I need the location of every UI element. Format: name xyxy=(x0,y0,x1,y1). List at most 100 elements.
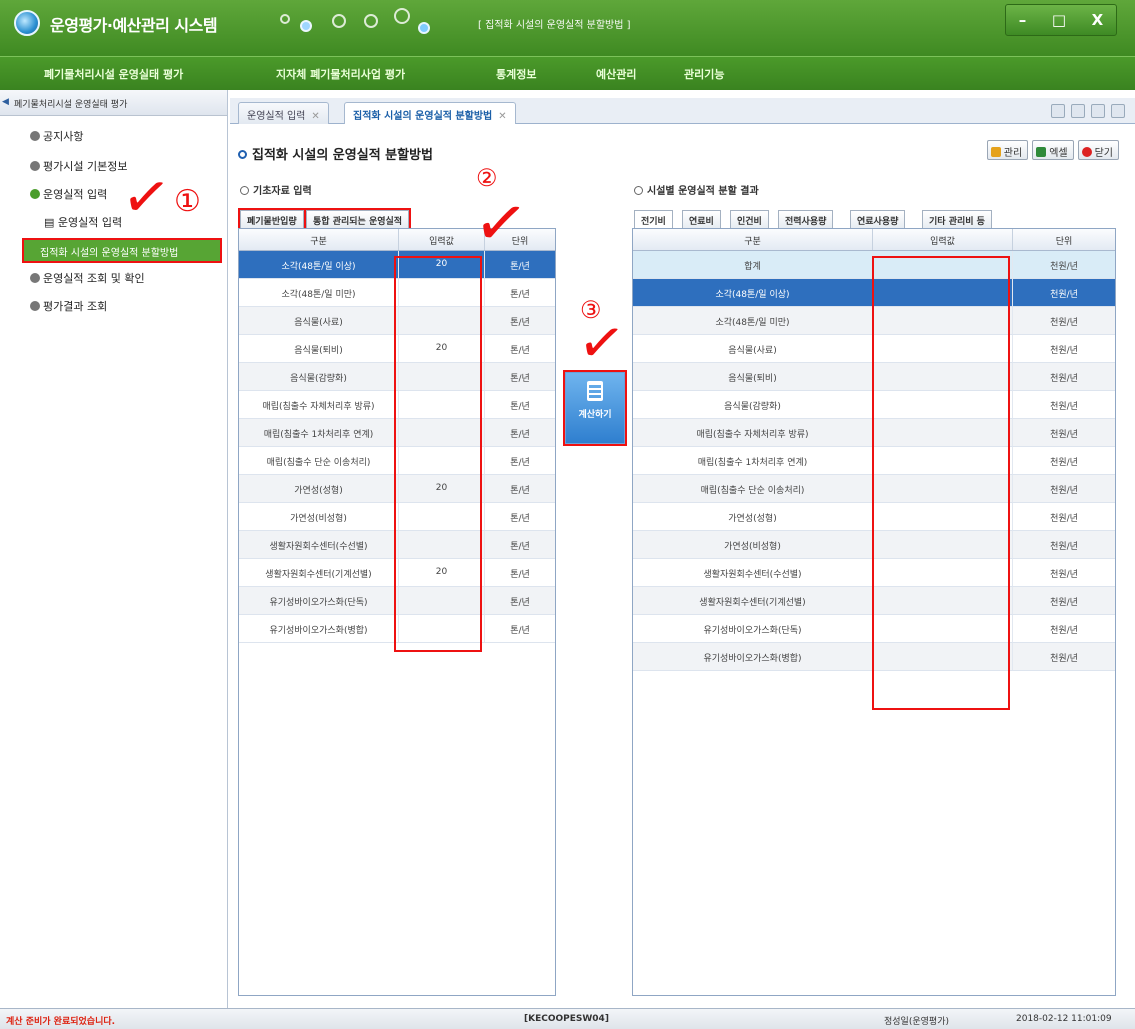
unit-cell: 천원/년 xyxy=(1050,514,1078,524)
annotation-number: ② xyxy=(476,164,498,192)
sidebar-item-facility-info[interactable]: 평가시설 기본정보 xyxy=(30,158,127,174)
document-icon: ▤ xyxy=(44,216,58,229)
menu-item-local-evaluation[interactable]: 지자체 폐기물처리사업 평가 xyxy=(276,66,405,82)
unit-cell: 천원/년 xyxy=(1013,307,1115,334)
category-cell: 소각(48톤/일 미만) xyxy=(239,279,399,306)
section-bullet-icon xyxy=(240,186,249,195)
page-title: 집적화 시설의 운영실적 분할방법 xyxy=(238,144,433,163)
status-message: 계산 준비가 완료되었습니다. xyxy=(6,1017,116,1027)
sidebar-item-evaluation-result[interactable]: 평가결과 조회 xyxy=(30,298,107,314)
unit-cell: 천원/년 xyxy=(1013,643,1115,670)
decoration-circle-icon xyxy=(418,22,430,34)
menu-item-admin[interactable]: 관리기능 xyxy=(684,66,724,82)
close-icon[interactable]: ✕ xyxy=(498,111,506,122)
menu-item-budget[interactable]: 예산관리 xyxy=(596,66,636,82)
app-title: 운영평가·예산관리 시스템 xyxy=(50,16,218,35)
tab-label: 운영실적 입력 xyxy=(247,111,306,122)
sidebar-subitem-performance-input[interactable]: ▤ 운영실적 입력 xyxy=(44,214,122,230)
sidebar-item-performance-query[interactable]: 운영실적 조회 및 확인 xyxy=(30,270,145,286)
section-title-text: 기초자료 입력 xyxy=(253,186,312,197)
category-cell: 합계 xyxy=(633,251,873,278)
terminal-id: [KECOOPESW04] xyxy=(524,1014,609,1024)
section-bullet-icon xyxy=(634,186,643,195)
window-controls: – □ X xyxy=(1005,4,1117,36)
sidebar-item-performance-input[interactable]: 운영실적 입력 xyxy=(30,186,107,202)
excel-button[interactable]: 엑셀 xyxy=(1032,140,1074,160)
category-cell: 유기성바이오가스화(병합) xyxy=(633,643,873,670)
subtab-labor-cost[interactable]: 인건비 xyxy=(730,210,769,228)
unit-cell: 톤/년 xyxy=(510,290,530,300)
status-bar: 계산 준비가 완료되었습니다. [KECOOPESW04] 정성일(운영평가) … xyxy=(0,1008,1135,1029)
menu-item-statistics[interactable]: 통계정보 xyxy=(496,66,536,82)
settings-icon[interactable] xyxy=(1111,104,1125,118)
subtab-label: 인건비 xyxy=(737,217,762,227)
sidebar-item-notice[interactable]: 공지사항 xyxy=(30,128,83,144)
layout-icon[interactable] xyxy=(1051,104,1065,118)
menu-item-facility-evaluation[interactable]: 폐기물처리시설 운영실태 평가 xyxy=(44,66,183,82)
column-header: 구분 xyxy=(633,229,873,250)
decoration-circle-icon xyxy=(332,14,346,28)
title-bar: 운영평가·예산관리 시스템 [ 집적화 시설의 운영실적 분할방법 ] – □ … xyxy=(0,0,1135,56)
subtab-electricity[interactable]: 전기비 xyxy=(634,210,673,228)
main-menu: 폐기물처리시설 운영실태 평가 지자체 폐기물처리사업 평가 통계정보 예산관리… xyxy=(0,56,1135,90)
subtab-integrated-performance[interactable]: 통합 관리되는 운영실적 xyxy=(303,208,412,230)
bullet-icon xyxy=(30,301,40,311)
subtab-fuel-cost[interactable]: 연료비 xyxy=(682,210,721,228)
decoration-circle-icon xyxy=(300,20,312,32)
back-arrow-icon[interactable]: ◀ xyxy=(2,97,9,107)
sidebar-item-label: 운영실적 입력 xyxy=(57,216,123,229)
unit-cell: 톤/년 xyxy=(510,514,530,524)
category-cell: 소각(48톤/일 미만) xyxy=(633,307,873,334)
unit-cell: 톤/년 xyxy=(485,531,555,558)
subtab-fuel-usage[interactable]: 연료사용량 xyxy=(850,210,906,228)
manage-button[interactable]: 관리 xyxy=(986,140,1029,160)
input-section-title: 기초자료 입력 xyxy=(240,182,312,197)
tab-division-method[interactable]: 집적화 시설의 운영실적 분할방법 ✕ xyxy=(344,102,516,124)
unit-cell: 천원/년 xyxy=(1013,531,1115,558)
category-cell: 음식물(퇴비) xyxy=(239,335,399,362)
category-cell: 매립(침출수 1차처리후 연계) xyxy=(239,419,399,446)
tab-strip: 운영실적 입력 ✕ 집적화 시설의 운영실적 분할방법 ✕ xyxy=(230,98,1135,124)
subtab-label: 전기비 xyxy=(641,217,666,227)
subtab-label: 연료비 xyxy=(689,217,714,227)
sidebar-item-label: 공지사항 xyxy=(43,130,84,143)
minimize-button[interactable]: – xyxy=(1019,11,1027,29)
tab-performance-input[interactable]: 운영실적 입력 ✕ xyxy=(238,102,329,124)
sidebar-header: ◀ 폐기물처리시설 운영실태 평가 xyxy=(0,90,227,116)
unit-cell: 천원/년 xyxy=(1013,419,1115,446)
manage-icon xyxy=(990,147,1001,157)
subtab-power-usage[interactable]: 전력사용량 xyxy=(778,210,834,228)
subtab-other-costs[interactable]: 기타 관리비 등 xyxy=(922,210,992,228)
close-label: 닫기 xyxy=(1094,148,1113,159)
window-icon[interactable] xyxy=(1071,104,1085,118)
left-sidebar: ◀ 폐기물처리시설 운영실태 평가 xyxy=(0,90,228,1025)
category-cell: 매립(침출수 단순 이송처리) xyxy=(239,447,399,474)
category-cell: 매립(침출수 1차처리후 연계) xyxy=(633,447,873,474)
category-cell: 유기성바이오가스화(단독) xyxy=(633,615,873,642)
close-button[interactable]: 닫기 xyxy=(1077,140,1119,160)
unit-cell: 천원/년 xyxy=(1013,587,1115,614)
unit-cell: 톤/년 xyxy=(485,587,555,614)
category-cell: 가연성(비성형) xyxy=(633,531,873,558)
bullet-icon xyxy=(30,189,40,199)
calculate-button[interactable]: 계산하기 xyxy=(563,370,627,446)
current-user: 정성일(운영평가) xyxy=(884,1017,949,1027)
category-cell: 가연성(성형) xyxy=(239,475,399,502)
sidebar-subitem-division-method[interactable]: 집적화 시설의 운영실적 분할방법 xyxy=(22,238,222,263)
category-cell: 소각(48톤/일 이상) xyxy=(239,251,399,278)
sidebar-item-label: 집적화 시설의 운영실적 분할방법 xyxy=(40,248,179,259)
unit-cell: 톤/년 xyxy=(510,402,530,412)
section-title-text: 시설별 운영실적 분할 결과 xyxy=(647,186,759,197)
timestamp: 2018-02-12 11:01:09 xyxy=(1016,1014,1112,1024)
close-window-button[interactable]: X xyxy=(1092,11,1104,29)
close-icon[interactable]: ✕ xyxy=(311,111,319,122)
refresh-icon[interactable] xyxy=(1091,104,1105,118)
category-cell: 유기성바이오가스화(병합) xyxy=(239,615,399,642)
category-cell: 생활자원회수센터(수선별) xyxy=(239,531,399,558)
category-cell: 매립(침출수 자체처리후 방류) xyxy=(239,391,399,418)
bullet-icon xyxy=(30,273,40,283)
maximize-button[interactable]: □ xyxy=(1052,11,1066,29)
category-cell: 가연성(비성형) xyxy=(239,503,399,530)
subtab-waste-intake[interactable]: 폐기물반입량 xyxy=(238,208,306,230)
unit-cell: 천원/년 xyxy=(1050,626,1078,636)
